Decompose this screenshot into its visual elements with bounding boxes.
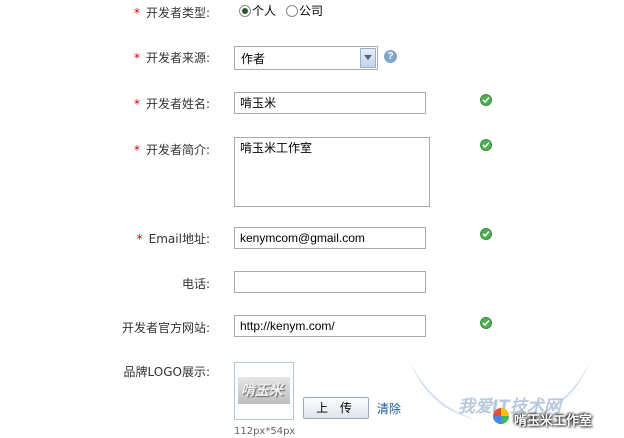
watermark-studio: 啃玉米工作室: [514, 414, 593, 429]
dev-source-label: * 开发者来源:: [133, 51, 210, 65]
dev-intro-textarea[interactable]: 啃玉米工作室: [234, 137, 430, 207]
dev-source-value: 作者: [241, 52, 266, 66]
radio-company[interactable]: [286, 5, 298, 17]
logo-label: 品牌LOGO展示:: [123, 365, 211, 379]
website-input[interactable]: http://kenym.com/: [234, 315, 426, 337]
required-mark: *: [136, 232, 143, 246]
watermark-logo-icon: [493, 408, 509, 424]
dev-name-label: * 开发者姓名:: [133, 97, 210, 111]
check-icon: [480, 94, 492, 106]
logo-size-hint: 112px*54px: [234, 426, 296, 437]
radio-company-label[interactable]: 公司: [299, 3, 323, 19]
logo-preview: 啃玉米: [234, 362, 294, 420]
check-icon: [480, 139, 492, 151]
upload-button[interactable]: 上 传: [303, 397, 369, 419]
logo-image: 啃玉米: [238, 377, 290, 404]
dev-intro-label: * 开发者简介:: [133, 143, 210, 157]
required-mark: *: [133, 6, 140, 20]
required-mark: *: [133, 97, 140, 111]
website-label: 开发者官方网站:: [121, 321, 210, 335]
email-input[interactable]: kenymcom@gmail.com: [234, 227, 426, 249]
logo-text: 啃玉米: [241, 383, 283, 399]
phone-label: 电话:: [181, 277, 210, 291]
check-icon: [480, 228, 492, 240]
radio-personal[interactable]: [239, 5, 251, 17]
required-mark: *: [133, 143, 140, 157]
dev-name-input[interactable]: 啃玉米: [234, 92, 426, 114]
check-icon: [480, 317, 492, 329]
clear-link[interactable]: 清除: [377, 400, 401, 417]
chevron-down-icon[interactable]: [360, 48, 376, 68]
radio-personal-label[interactable]: 个人: [252, 3, 276, 19]
required-mark: *: [133, 51, 140, 65]
phone-input[interactable]: [234, 271, 426, 293]
dev-source-select[interactable]: 作者: [234, 46, 378, 70]
dev-type-label: * 开发者类型:: [133, 6, 210, 20]
help-icon[interactable]: ?: [384, 50, 397, 63]
email-label: * Email地址:: [136, 232, 210, 246]
